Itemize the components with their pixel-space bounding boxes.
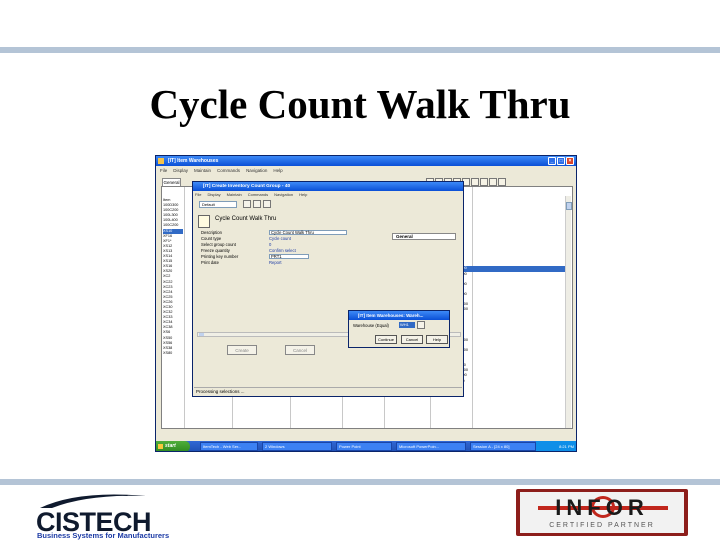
popup-cancel-button[interactable]: Cancel xyxy=(401,335,423,344)
app-title: [IT] Item Warehouses xyxy=(168,158,219,164)
windows-flag-icon xyxy=(158,444,163,449)
scroll-thumb[interactable] xyxy=(199,333,204,336)
status-bar: Processing selections ... xyxy=(194,387,462,395)
dialog-menubar: File Display Maintain Commands Navigation Hel… xyxy=(195,192,307,197)
start-label: start xyxy=(165,443,176,449)
clock: 8:21 PM xyxy=(559,444,574,449)
window-controls: _ □ × xyxy=(548,157,574,165)
help-button[interactable]: Help xyxy=(426,335,448,344)
dialog-form: Description Cycle Count Walk Thru Count ty… xyxy=(201,230,411,266)
available-cell[interactable]: 20.000 xyxy=(453,379,566,384)
dialog-menu-item[interactable]: Display xyxy=(207,192,220,197)
maximize-icon[interactable]: □ xyxy=(557,157,565,165)
field-value[interactable]: Cycle Count Walk Thru xyxy=(269,230,347,235)
dialog-menu-item[interactable]: Commands xyxy=(248,192,268,197)
infor-logo-panel: INFOR CERTIFIED PARTNER xyxy=(520,492,684,533)
menu-item[interactable]: Help xyxy=(273,166,282,175)
top-divider xyxy=(0,47,720,53)
infor-logo: INFOR CERTIFIED PARTNER xyxy=(516,489,688,536)
count-group-dialog: [IT] Create Inventory Count Group - 40 F… xyxy=(192,181,464,397)
infor-wordmark: INFOR xyxy=(555,495,649,520)
tab-general[interactable]: General xyxy=(162,178,181,186)
dialog-menu-item[interactable]: Navigation xyxy=(274,192,293,197)
cistech-logo: CISTECH Business Systems for Manufacture… xyxy=(36,492,200,540)
taskbar-item[interactable]: Power Point xyxy=(336,442,392,451)
dialog-view-select[interactable]: Default xyxy=(199,201,237,208)
form-row: Print date Report xyxy=(201,260,411,266)
taskbar: start ItemTech - Web Ser... 2 Windows Po… xyxy=(156,441,576,451)
copy-icon[interactable] xyxy=(253,200,261,208)
app-titlebar: [IT] Item Warehouses _ □ × xyxy=(156,156,576,166)
scroll-thumb[interactable] xyxy=(566,202,572,210)
field-label: Print date xyxy=(201,260,219,265)
dialog-heading: Cycle Count Walk Thru xyxy=(215,216,277,222)
document-icon xyxy=(198,215,210,228)
dialog-menu-item[interactable]: File xyxy=(195,192,201,197)
menu-item[interactable]: Display xyxy=(173,166,188,175)
create-button[interactable]: Create xyxy=(227,345,257,355)
general-panel-tab[interactable]: General xyxy=(392,233,456,240)
grid-divider xyxy=(184,187,185,428)
warehouse-popup: [IT] Item Warehouses: Wareh... Warehouse… xyxy=(348,310,450,348)
slide-title: Cycle Count Walk Thru xyxy=(149,81,571,127)
dialog-menu-item[interactable]: Help xyxy=(299,192,307,197)
item-column: Item 100D300 100C200 100L300 100L400 100C200… xyxy=(163,198,183,356)
dialog-title: [IT] Create Inventory Count Group - 40 xyxy=(193,182,463,191)
bottom-divider xyxy=(0,479,720,485)
field-value[interactable]: PRT1 xyxy=(269,254,309,259)
app-icon xyxy=(158,158,164,164)
system-tray: 8:21 PM xyxy=(536,441,576,451)
continue-button[interactable]: Continue xyxy=(375,335,397,344)
menu-item[interactable]: File xyxy=(160,166,167,175)
taskbar-item[interactable]: Session A - [24 x 80] xyxy=(470,442,536,451)
field-value: Report xyxy=(269,260,282,265)
app-menubar: File Display Maintain Commands Navigation Hel… xyxy=(156,166,576,175)
cistech-tagline: Business Systems for Manufacturers xyxy=(37,531,170,540)
dialog-toolbar xyxy=(243,200,271,208)
taskbar-item[interactable]: ItemTech - Web Ser... xyxy=(200,442,258,451)
popup-title: [IT] Item Warehouses: Wareh... xyxy=(349,311,449,320)
warehouse-input[interactable]: WH1 xyxy=(399,322,415,328)
print-icon[interactable] xyxy=(263,200,271,208)
app-screenshot: [IT] Item Warehouses _ □ × File Display Ma… xyxy=(155,155,577,452)
menu-item[interactable]: Navigation xyxy=(246,166,267,175)
menu-item[interactable]: Commands xyxy=(217,166,240,175)
infor-tagline: CERTIFIED PARTNER xyxy=(549,522,655,529)
toolbar-icon[interactable] xyxy=(489,178,497,186)
item-rows: 100D300 100C200 100L300 100L400 100C200 XS10 X… xyxy=(163,203,183,356)
grid-scrollbar[interactable] xyxy=(565,196,572,428)
save-icon[interactable] xyxy=(243,200,251,208)
taskbar-item[interactable]: Microsoft PowerPoin... xyxy=(396,442,466,451)
warehouse-label: Warehouse (Equal) xyxy=(353,323,389,328)
close-icon[interactable]: × xyxy=(566,157,574,165)
toolbar-icon[interactable] xyxy=(480,178,488,186)
toolbar-icon[interactable] xyxy=(498,178,506,186)
lookup-icon[interactable] xyxy=(417,321,425,329)
dialog-menu-item[interactable]: Maintain xyxy=(227,192,242,197)
menu-item[interactable]: Maintain xyxy=(194,166,211,175)
item-row[interactable]: XS80 xyxy=(163,351,183,356)
toolbar-icon[interactable] xyxy=(471,178,479,186)
start-button[interactable]: start xyxy=(156,441,190,451)
minimize-icon[interactable]: _ xyxy=(548,157,556,165)
taskbar-item[interactable]: 2 Windows xyxy=(262,442,332,451)
cancel-button[interactable]: Cancel xyxy=(285,345,315,355)
